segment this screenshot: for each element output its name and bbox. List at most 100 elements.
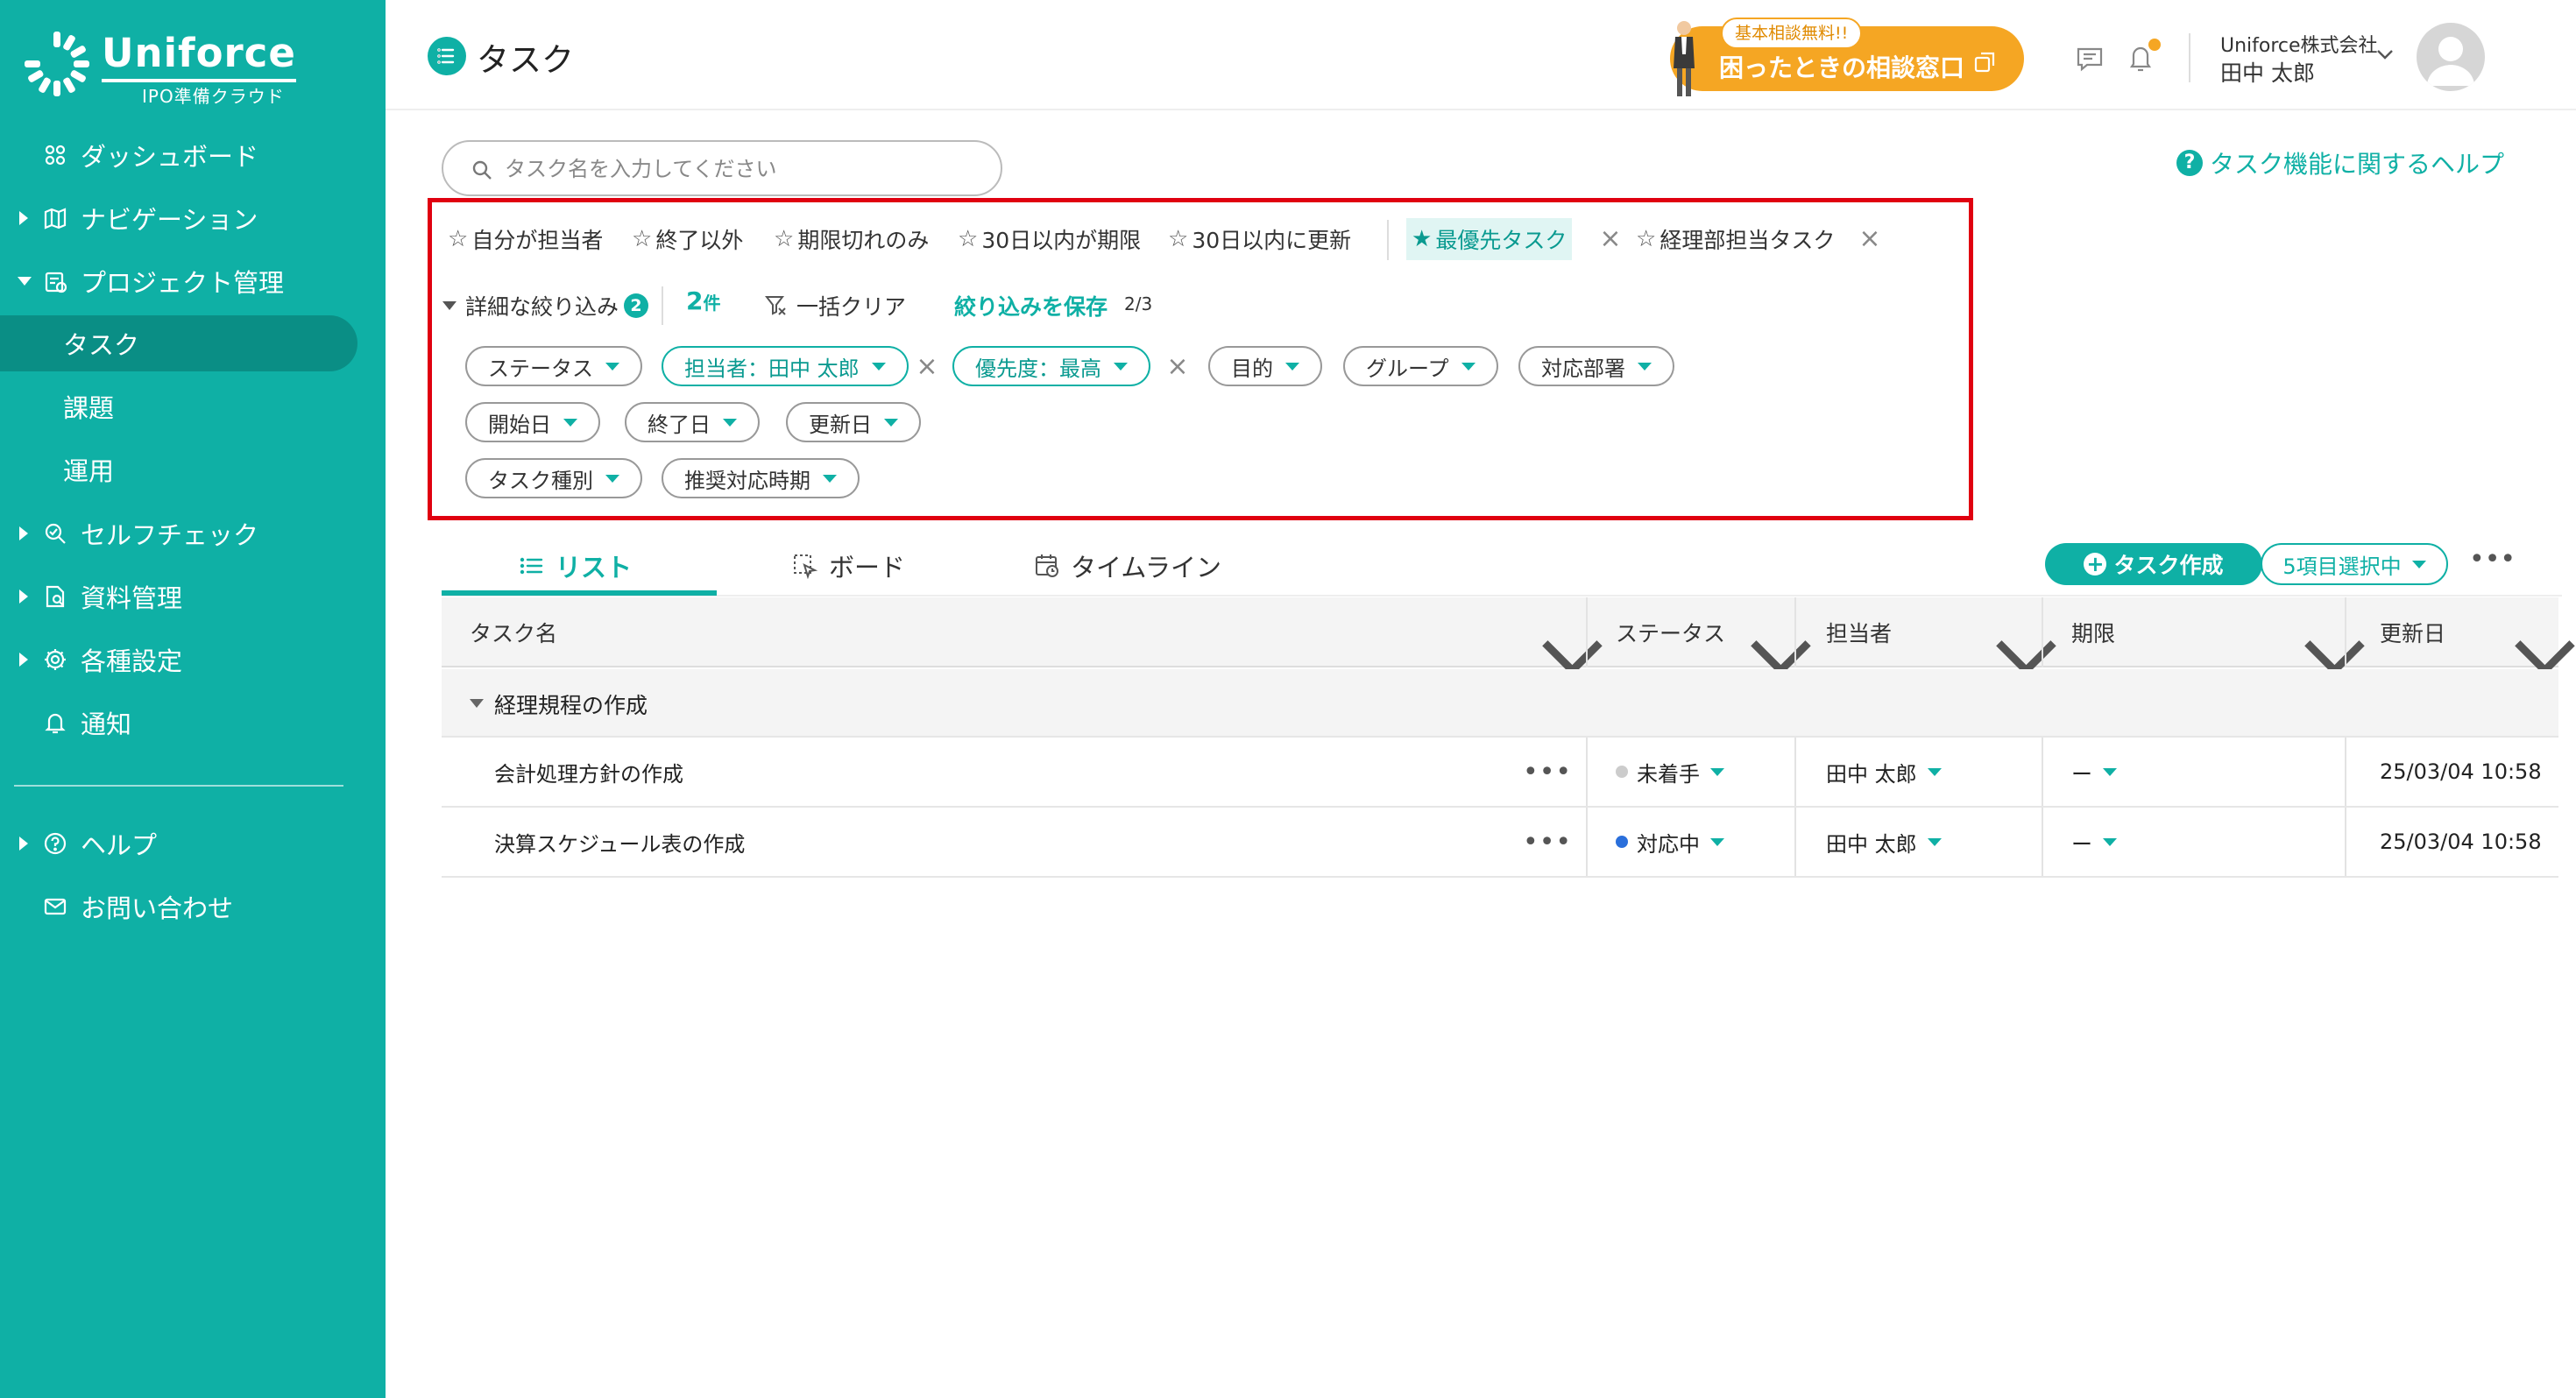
bell-icon bbox=[45, 713, 66, 734]
filter-chip-recommended-period[interactable]: 推奨対応時期 bbox=[662, 458, 860, 498]
sidebar-item-navigation[interactable]: ナビゲーション bbox=[0, 189, 386, 247]
sidebar-item-dashboard[interactable]: ダッシュボード bbox=[0, 126, 386, 184]
quick-filter-my-tasks[interactable]: ☆ 自分が担当者 bbox=[442, 218, 608, 260]
row-more-icon[interactable]: ••• bbox=[1523, 808, 1572, 876]
dropdown-arrow-icon bbox=[1710, 837, 1724, 846]
tab-list[interactable]: リスト bbox=[519, 540, 632, 592]
updated-at: 25/03/04 10:58 bbox=[2380, 830, 2542, 854]
more-options-button[interactable]: ••• bbox=[2469, 547, 2516, 576]
tab-timeline[interactable]: タイムライン bbox=[1034, 540, 1221, 592]
saved-filter-count: 2/3 bbox=[1124, 293, 1153, 314]
quick-filter-due-30days[interactable]: ☆ 30日以内が期限 bbox=[952, 218, 1146, 260]
filter-chip-task-type[interactable]: タスク種別 bbox=[465, 458, 642, 498]
list-icon bbox=[428, 37, 466, 75]
plus-icon: + bbox=[2084, 553, 2107, 575]
sidebar-item-notifications[interactable]: 通知 bbox=[0, 694, 386, 752]
filter-chip-updated-date[interactable]: 更新日 bbox=[786, 402, 921, 442]
sidebar-item-operation[interactable]: 運用 bbox=[0, 441, 357, 498]
quick-filter-label: 30日以内に更新 bbox=[1192, 228, 1352, 253]
chevron-down-icon[interactable] bbox=[2374, 46, 2396, 63]
sidebar-item-label: ヘルプ bbox=[81, 830, 158, 860]
dropdown-arrow-icon bbox=[884, 418, 898, 427]
dropdown-arrow-icon bbox=[1114, 362, 1128, 371]
quick-filter-overdue[interactable]: ☆ 期限切れのみ bbox=[768, 218, 934, 260]
map-icon bbox=[44, 208, 67, 229]
caret-right-icon bbox=[19, 211, 28, 225]
deadline-dropdown[interactable]: ー bbox=[2071, 808, 2117, 876]
assignee-dropdown[interactable]: 田中 太郎 bbox=[1826, 738, 1942, 806]
column-divider bbox=[1794, 808, 1796, 876]
sidebar-item-label: 資料管理 bbox=[81, 583, 183, 613]
column-header-status[interactable]: ステータス bbox=[1616, 597, 1725, 667]
filter-chip-status[interactable]: ステータス bbox=[465, 346, 642, 386]
caret-right-icon bbox=[19, 590, 28, 604]
filter-clear-icon bbox=[765, 296, 786, 315]
chip-label: 目的 bbox=[1231, 356, 1273, 381]
list-icon bbox=[520, 557, 543, 575]
filter-chip-priority[interactable]: 優先度：最高 bbox=[952, 346, 1150, 386]
sidebar-item-selfcheck[interactable]: セルフチェック bbox=[0, 505, 386, 562]
chat-icon[interactable] bbox=[2075, 44, 2105, 74]
filter-chip-end-date[interactable]: 終了日 bbox=[625, 402, 760, 442]
saved-filter-accounting[interactable]: ☆ 経理部担当タスク bbox=[1631, 218, 1840, 260]
tab-board[interactable]: ボード bbox=[792, 540, 905, 592]
dropdown-arrow-icon bbox=[1638, 362, 1652, 371]
logo[interactable]: Uniforce IPO準備クラウド bbox=[19, 26, 296, 107]
deadline-dropdown[interactable]: ー bbox=[2071, 738, 2117, 806]
caret-right-icon bbox=[19, 526, 28, 540]
sidebar-item-documents[interactable]: 資料管理 bbox=[0, 568, 386, 625]
filter-chip-group[interactable]: グループ bbox=[1343, 346, 1498, 386]
status-dropdown[interactable]: 未着手 bbox=[1616, 738, 1724, 806]
task-search[interactable] bbox=[442, 140, 1002, 196]
quick-filter-updated-30days[interactable]: ☆ 30日以内に更新 bbox=[1163, 218, 1356, 260]
sidebar-item-project[interactable]: プロジェクト管理 bbox=[0, 252, 386, 310]
sidebar-item-issues[interactable]: 課題 bbox=[0, 378, 357, 434]
group-row[interactable]: 経理規程の作成 bbox=[442, 669, 2558, 738]
clear-chip-priority-icon[interactable]: × bbox=[1164, 350, 1191, 385]
task-help-link[interactable]: ? タスク機能に関するヘルプ bbox=[2176, 145, 2504, 180]
table-row[interactable]: 会計処理方針の作成 ••• 未着手 田中 太郎 ー 25/03/04 10:58 bbox=[442, 738, 2558, 808]
remove-saved-filter-icon[interactable]: × bbox=[1597, 222, 1624, 257]
star-outline-icon: ☆ bbox=[1168, 226, 1189, 252]
row-more-icon[interactable]: ••• bbox=[1523, 738, 1572, 806]
consult-label: 困ったときの相談窓口 bbox=[1719, 53, 1965, 82]
filter-chip-start-date[interactable]: 開始日 bbox=[465, 402, 600, 442]
column-header-deadline[interactable]: 期限 bbox=[2071, 597, 2115, 667]
chip-label: グループ bbox=[1366, 356, 1449, 381]
result-count: 2件 bbox=[686, 286, 720, 315]
advanced-filter-toggle[interactable]: 詳細な絞り込み 2 bbox=[442, 290, 649, 321]
column-header-task-name[interactable]: タスク名 bbox=[470, 597, 557, 667]
assignee-dropdown[interactable]: 田中 太郎 bbox=[1826, 808, 1942, 876]
sidebar-item-help[interactable]: ヘルプ bbox=[0, 815, 386, 872]
create-task-button[interactable]: + タスク作成 bbox=[2045, 543, 2262, 585]
clear-chip-assignee-icon[interactable]: × bbox=[914, 350, 940, 385]
caret-right-icon bbox=[19, 653, 28, 667]
status-dropdown[interactable]: 対応中 bbox=[1616, 808, 1724, 876]
table-header: タスク名 ステータス 担当者 期限 更新日 bbox=[442, 597, 2575, 676]
task-name[interactable]: 会計処理方針の作成 bbox=[494, 738, 683, 806]
quick-filter-not-finished[interactable]: ☆ 終了以外 bbox=[626, 218, 748, 260]
chip-label: ステータス bbox=[488, 356, 593, 381]
filter-chip-department[interactable]: 対応部署 bbox=[1518, 346, 1674, 386]
dropdown-arrow-icon bbox=[1927, 837, 1942, 846]
quick-filter-label: 最優先タスク bbox=[1435, 228, 1568, 253]
avatar[interactable] bbox=[2417, 23, 2485, 91]
column-header-assignee[interactable]: 担当者 bbox=[1826, 597, 1892, 667]
remove-saved-filter-icon[interactable]: × bbox=[1857, 222, 1883, 257]
save-filter-button[interactable]: 絞り込みを保存 bbox=[954, 290, 1108, 321]
table-row[interactable]: 決算スケジュール表の作成 ••• 対応中 田中 太郎 ー 25/03/04 10… bbox=[442, 808, 2558, 878]
sidebar-item-tasks[interactable]: タスク bbox=[0, 315, 357, 371]
sidebar-item-contact[interactable]: お問い合わせ bbox=[0, 878, 386, 936]
sidebar-item-settings[interactable]: 各種設定 bbox=[0, 631, 386, 688]
filter-chip-purpose[interactable]: 目的 bbox=[1208, 346, 1322, 386]
saved-filter-top-priority[interactable]: ★ 最優先タスク bbox=[1406, 218, 1573, 260]
column-header-updated[interactable]: 更新日 bbox=[2380, 597, 2445, 667]
dropdown-arrow-icon bbox=[605, 362, 619, 371]
clear-all-button[interactable]: 一括クリア bbox=[765, 290, 906, 321]
triangle-down-icon bbox=[442, 301, 456, 310]
filter-chip-assignee[interactable]: 担当者：田中 太郎 bbox=[662, 346, 909, 386]
status-dot bbox=[1616, 766, 1628, 778]
task-name[interactable]: 決算スケジュール表の作成 bbox=[494, 808, 745, 876]
selected-columns-button[interactable]: 5項目選択中 bbox=[2261, 543, 2448, 585]
search-input[interactable] bbox=[505, 152, 978, 186]
